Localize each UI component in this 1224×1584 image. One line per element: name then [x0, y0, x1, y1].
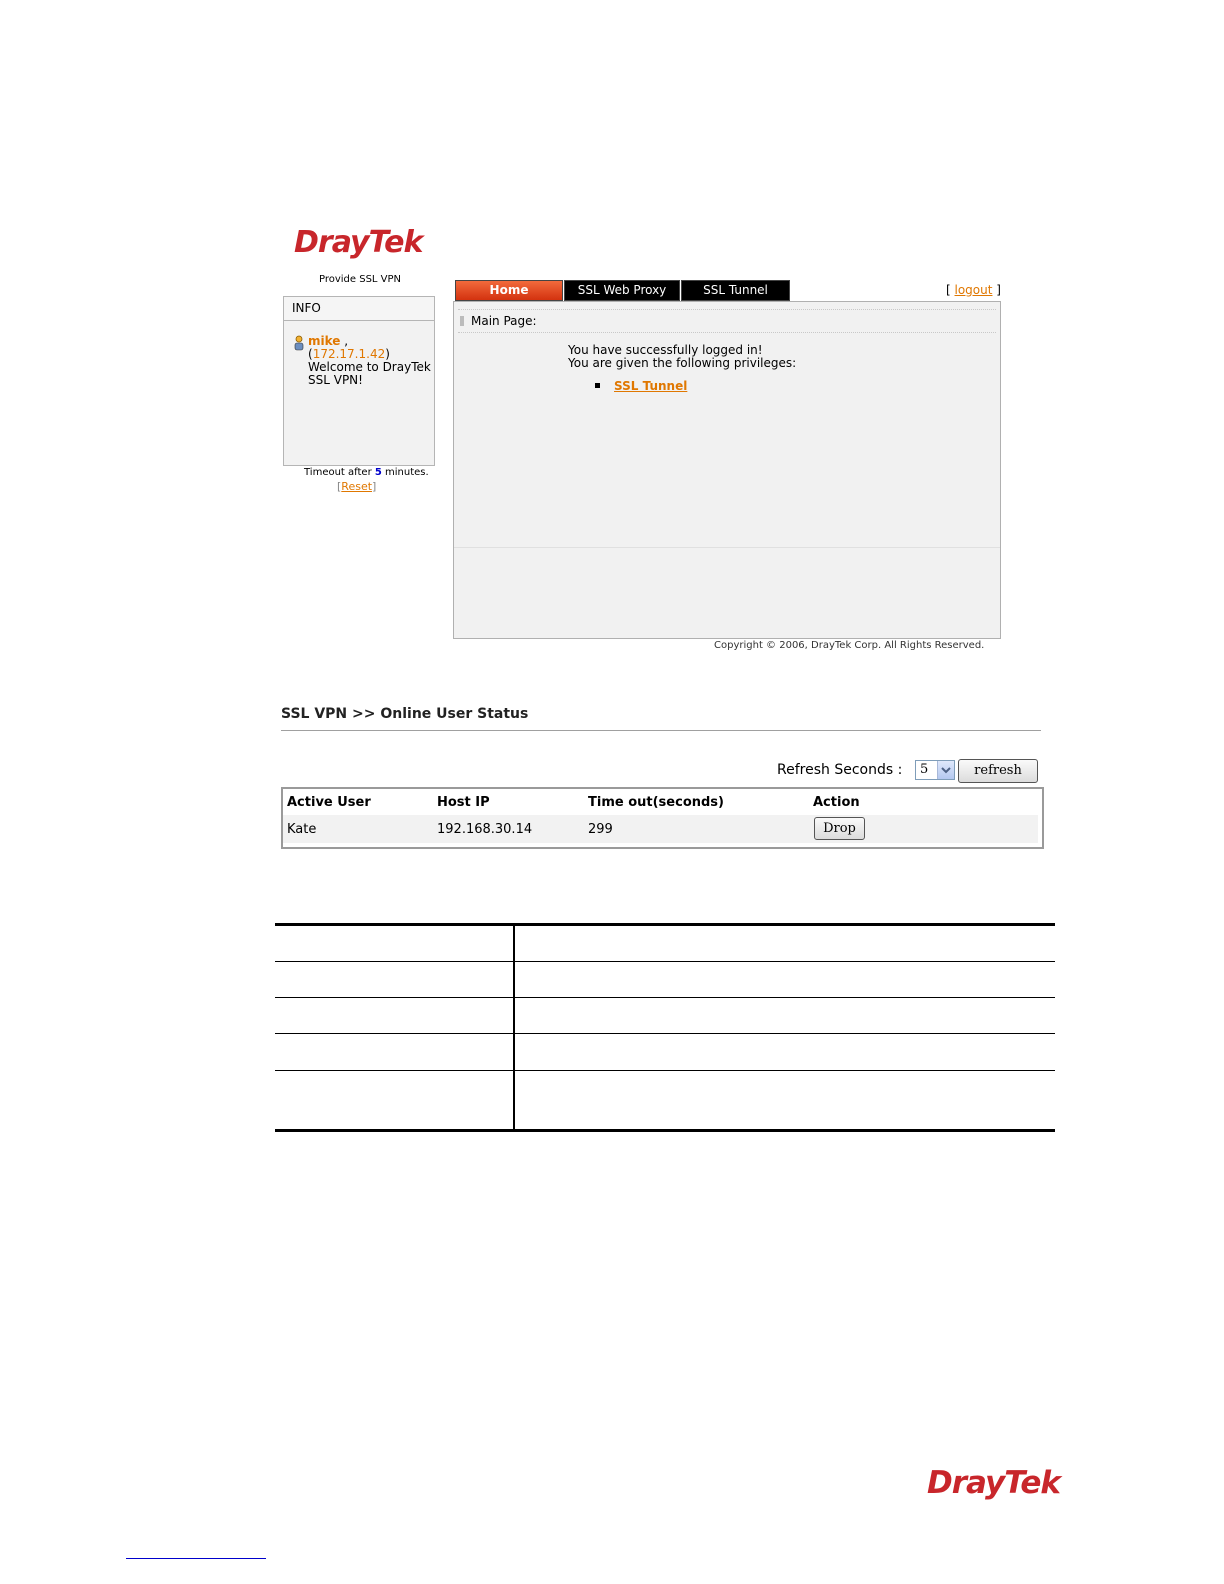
column-header-action: Action: [813, 795, 860, 810]
reset-link[interactable]: Reset: [341, 480, 372, 493]
user-icon: [293, 335, 305, 355]
column-header-active-user: Active User: [287, 795, 371, 810]
info-panel: INFO mike , (172.17.1.42) Welcome to Dra…: [283, 296, 435, 466]
document-table: [275, 923, 1055, 1132]
info-header: INFO: [284, 297, 434, 321]
portal-tagline: Provide SSL VPN: [319, 274, 402, 285]
section-marker-icon: [460, 316, 464, 326]
online-users-table: Active User Host IP Time out(seconds) Ac…: [281, 787, 1044, 849]
drop-button[interactable]: Drop: [814, 817, 865, 840]
privilege-link-ssl-tunnel[interactable]: SSL Tunnel: [614, 379, 687, 393]
cell-host-ip: 192.168.30.14: [437, 822, 533, 837]
username: mike: [308, 334, 341, 348]
logout-control: [ logout ]: [946, 283, 1001, 297]
refresh-seconds-value: 5: [920, 762, 929, 777]
refresh-button[interactable]: refresh: [958, 759, 1038, 783]
privileges-intro-text: You are given the following privileges:: [568, 356, 797, 370]
refresh-seconds-select[interactable]: 5: [915, 760, 955, 780]
chevron-down-icon[interactable]: [937, 761, 954, 779]
logout-bracket-close: ]: [992, 283, 1001, 297]
logo-dray: Dray: [294, 225, 370, 260]
tab-home[interactable]: Home: [455, 280, 563, 301]
reset-control: [Reset]: [337, 480, 376, 493]
timeout-value: 5: [374, 467, 382, 478]
column-header-host-ip: Host IP: [437, 795, 490, 810]
main-content-panel: Main Page: You have successfully logged …: [453, 301, 1001, 639]
client-ip: 172.17.1.42: [312, 347, 386, 361]
table-row: Kate 192.168.30.14 299 Drop: [283, 815, 1038, 843]
copyright-text: Copyright © 2006, DrayTek Corp. All Righ…: [714, 640, 985, 651]
logo-tek: Tek: [368, 225, 424, 260]
column-header-timeout: Time out(seconds): [588, 795, 724, 810]
cell-timeout: 299: [588, 822, 613, 837]
page-title: SSL VPN >> Online User Status: [281, 706, 529, 722]
welcome-line1: Welcome to DrayTek: [308, 360, 431, 374]
tab-ssl-web-proxy[interactable]: SSL Web Proxy: [564, 280, 680, 301]
welcome-line2: SSL VPN!: [308, 373, 363, 387]
footer-logo-tek: Tek: [1004, 1465, 1061, 1501]
timeout-suffix: minutes.: [381, 467, 429, 478]
logout-bracket-open: [: [946, 283, 955, 297]
bullet-icon: [595, 383, 600, 388]
main-section-title: Main Page:: [471, 314, 537, 328]
footer-draytek-logo: DrayTek: [927, 1465, 1061, 1501]
tab-ssl-tunnel[interactable]: SSL Tunnel: [681, 280, 790, 301]
username-suffix: ,: [340, 334, 349, 348]
draytek-logo: DrayTek: [294, 225, 424, 260]
cell-active-user: Kate: [287, 822, 317, 837]
footer-logo-dray: Dray: [927, 1465, 1005, 1501]
footer-rule: [126, 1558, 266, 1559]
ip-close: ): [385, 347, 390, 361]
refresh-seconds-label: Refresh Seconds :: [777, 762, 903, 778]
timeout-prefix: Timeout after: [304, 467, 375, 478]
title-divider: [281, 730, 1041, 731]
logout-link[interactable]: logout: [955, 283, 993, 297]
reset-bracket-close: ]: [372, 480, 377, 493]
timeout-text: Timeout after 5 minutes.: [304, 467, 429, 478]
